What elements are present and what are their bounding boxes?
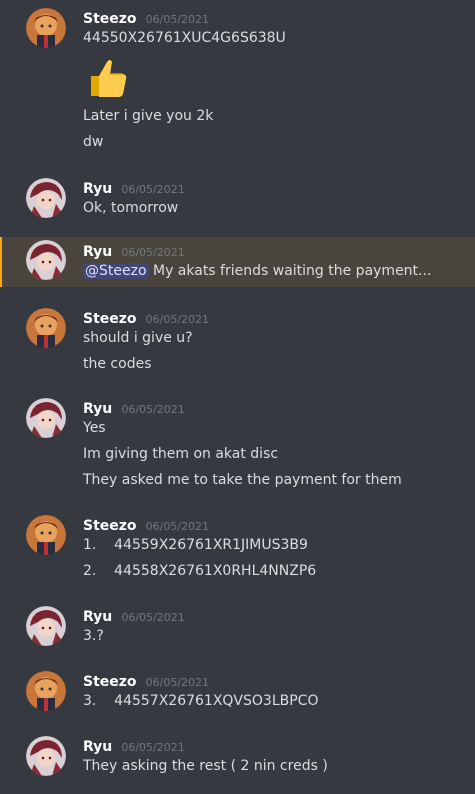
user-avatar-ryu[interactable]	[26, 240, 66, 280]
user-avatar-steezo[interactable]	[26, 308, 66, 348]
username[interactable]: Ryu	[83, 181, 112, 197]
thumbs-up-icon	[83, 54, 131, 102]
message-text: 3. 44557X26761XQVSO3LBPCO	[83, 693, 319, 709]
username[interactable]: Steezo	[83, 11, 137, 27]
user-avatar-ryu[interactable]	[26, 398, 66, 438]
user-avatar-ryu[interactable]	[26, 736, 66, 776]
username[interactable]: Ryu	[83, 609, 112, 625]
message-group: Steezo 06/05/2021 1. 44559X26761XR1JIMUS…	[0, 507, 475, 589]
timestamp: 06/05/2021	[145, 520, 210, 533]
message-text: 3.?	[83, 628, 104, 644]
username[interactable]: Ryu	[83, 244, 112, 260]
message-group: Ryu 06/05/2021 Yes Im giving them on aka…	[0, 390, 475, 500]
message-text: 2. 44558X26761X0RHL4NNZP6	[83, 563, 317, 579]
username[interactable]: Ryu	[83, 739, 112, 755]
message-header: Ryu 06/05/2021	[83, 606, 185, 625]
username[interactable]: Steezo	[83, 518, 137, 534]
message-group: Ryu 06/05/2021 Ok, tomorrow	[0, 170, 475, 230]
timestamp: 06/05/2021	[121, 183, 185, 196]
message-header: Ryu 06/05/2021	[83, 178, 185, 197]
message-text: @Steezo My akats friends waiting the pay…	[83, 263, 431, 279]
username[interactable]: Steezo	[83, 311, 137, 327]
username[interactable]: Ryu	[83, 401, 112, 417]
timestamp: 06/05/2021	[145, 676, 210, 689]
user-avatar-steezo[interactable]	[26, 515, 66, 555]
message-header: Steezo 06/05/2021	[83, 308, 209, 327]
message-group: Steezo 06/05/2021 should i give u? the c…	[0, 300, 475, 382]
user-avatar-steezo[interactable]	[26, 671, 66, 711]
message-text: 1. 44559X26761XR1JIMUS3B9	[83, 537, 308, 553]
message-text: the codes	[83, 356, 152, 372]
timestamp: 06/05/2021	[121, 741, 185, 754]
message-header: Ryu 06/05/2021	[83, 241, 185, 260]
message-header: Ryu 06/05/2021	[83, 736, 185, 755]
user-mention[interactable]: @Steezo	[83, 263, 149, 279]
chat-message-list: Steezo 06/05/2021 44550X26761XUC4G6S638U…	[0, 0, 475, 794]
username[interactable]: Steezo	[83, 674, 137, 690]
message-group-mention: Ryu 06/05/2021 @Steezo My akats friends …	[0, 237, 475, 287]
message-group: Steezo 06/05/2021 44550X26761XUC4G6S638U…	[0, 0, 475, 165]
message-text: dw	[83, 134, 104, 150]
timestamp: 06/05/2021	[121, 611, 185, 624]
message-group: Ryu 06/05/2021 3.?	[0, 598, 475, 654]
message-group: Steezo 06/05/2021 3. 44557X26761XQVSO3LB…	[0, 663, 475, 719]
user-avatar-ryu[interactable]	[26, 178, 66, 218]
message-text: They asking the rest ( 2 nin creds )	[83, 758, 328, 774]
user-avatar-steezo[interactable]	[26, 8, 66, 48]
message-header: Steezo 06/05/2021	[83, 8, 209, 27]
timestamp: 06/05/2021	[121, 403, 185, 416]
message-header: Steezo 06/05/2021	[83, 515, 209, 534]
user-avatar-ryu[interactable]	[26, 606, 66, 646]
message-text-body: My akats friends waiting the payment...	[152, 263, 432, 279]
timestamp: 06/05/2021	[121, 246, 185, 259]
message-text: Yes	[83, 420, 106, 436]
message-group: Ryu 06/05/2021 They asking the rest ( 2 …	[0, 728, 475, 788]
message-text: Ok, tomorrow	[83, 200, 179, 216]
message-text: should i give u?	[83, 330, 193, 346]
message-header: Steezo 06/05/2021	[83, 671, 209, 690]
message-text: They asked me to take the payment for th…	[83, 472, 402, 488]
message-text: 44550X26761XUC4G6S638U	[83, 30, 286, 46]
timestamp: 06/05/2021	[145, 313, 210, 326]
message-text: Im giving them on akat disc	[83, 446, 279, 462]
message-header: Ryu 06/05/2021	[83, 398, 185, 417]
timestamp: 06/05/2021	[145, 13, 210, 26]
message-text: Later i give you 2k	[83, 108, 214, 124]
